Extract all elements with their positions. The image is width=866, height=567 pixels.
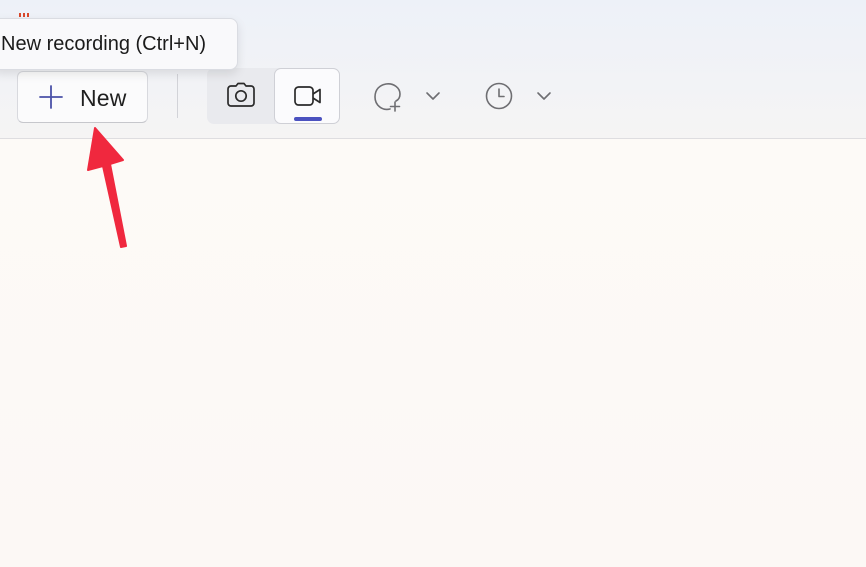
capture-mode-toggle bbox=[207, 68, 340, 124]
snip-shape-dropdown[interactable] bbox=[370, 78, 450, 114]
snipping-tool-icon bbox=[19, 13, 31, 17]
chevron-down-icon bbox=[537, 92, 551, 100]
camera-icon bbox=[227, 82, 255, 107]
snip-mode-button[interactable] bbox=[207, 68, 273, 124]
record-mode-button[interactable] bbox=[274, 68, 340, 124]
clock-icon bbox=[485, 82, 513, 110]
delay-dropdown[interactable] bbox=[483, 78, 563, 114]
chevron-down-icon bbox=[426, 92, 440, 100]
new-button-label: New bbox=[80, 85, 127, 111]
capture-canvas bbox=[0, 139, 866, 567]
selected-mode-indicator bbox=[294, 117, 322, 121]
plus-icon bbox=[39, 85, 63, 109]
tooltip: New recording (Ctrl+N) bbox=[0, 18, 238, 70]
tooltip-text: New recording (Ctrl+N) bbox=[1, 33, 207, 55]
video-camera-icon bbox=[294, 86, 321, 106]
toolbar-divider bbox=[177, 74, 178, 118]
freeform-shape-icon bbox=[374, 83, 401, 112]
new-button[interactable]: New bbox=[17, 71, 148, 123]
